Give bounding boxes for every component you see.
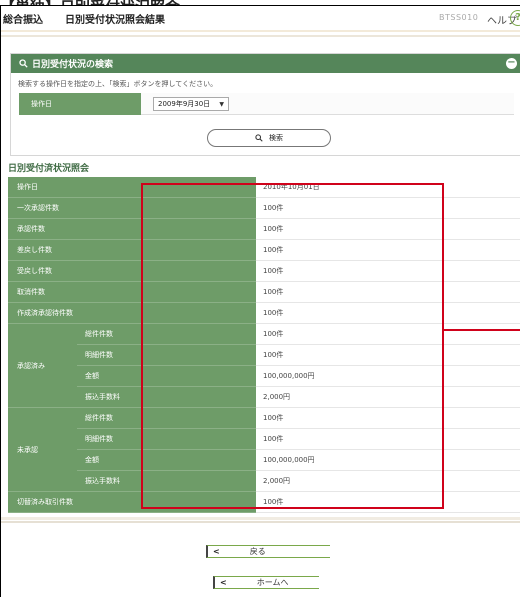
row-value: 100件	[256, 323, 520, 345]
row-sublabel: 明細件数	[77, 428, 257, 450]
table-row: 未承認 総件件数 100件	[8, 407, 520, 492]
row-label: 差戻し件数	[8, 239, 257, 261]
screen-id: BTSS010	[439, 13, 479, 22]
row-sublabel: 総件件数	[77, 407, 257, 429]
result-table: 操作日 2010年10月01日 一次承認件数 100件 承認件数 100件 差戻…	[8, 177, 520, 513]
row-value: 100件	[256, 260, 520, 282]
date-select-value: 2009年9月30日	[158, 99, 211, 108]
table-row: 作成済承認待件数 100件	[8, 302, 520, 324]
table-row: 差戻し件数 100件	[8, 239, 520, 261]
result-section-title: 日別受付済状況照会	[8, 164, 90, 174]
table-row: 取消件数 100件	[8, 281, 520, 303]
row-value: 100件	[256, 239, 520, 261]
row-value: 2,000円	[256, 470, 520, 492]
table-row: 金額 100,000,000円	[8, 449, 520, 471]
table-row: 振込手数料 2,000円	[8, 470, 520, 492]
row-label: 受戻し件数	[8, 260, 257, 282]
group-label-approved: 承認済み	[8, 323, 77, 408]
row-label: 承認件数	[8, 218, 257, 240]
table-row: 明細件数 100件	[8, 428, 520, 450]
row-label: 操作日	[8, 177, 257, 198]
row-sublabel: 振込手数料	[77, 470, 257, 492]
row-value: 2,000円	[256, 386, 520, 408]
table-row: 承認件数 100件	[8, 218, 520, 240]
row-label: 切替済み取引件数	[8, 491, 257, 513]
row-value: 2010年10月01日	[256, 177, 520, 198]
header-divider-2	[1, 35, 520, 37]
row-value: 100件	[256, 407, 520, 429]
header-divider	[1, 30, 520, 32]
table-row: 一次承認件数 100件	[8, 197, 520, 219]
page-title: 日別受付状況照会結果	[65, 14, 165, 26]
row-label: 取消件数	[8, 281, 257, 303]
magnifier-icon	[19, 59, 28, 68]
search-button-label: 検索	[269, 134, 283, 142]
search-instruction: 検索する操作日を指定の上、「検索」ボタンを押してください。	[18, 80, 218, 88]
row-value: 100件	[256, 491, 520, 513]
table-row: 操作日 2010年10月01日	[8, 177, 520, 198]
row-sublabel: 振込手数料	[77, 386, 257, 408]
row-label: 一次承認件数	[8, 197, 257, 219]
page-header: 総合振込 日別受付状況照会結果 BTSS010 ヘルプ ?	[1, 6, 520, 30]
row-value: 100件	[256, 344, 520, 366]
search-icon	[255, 134, 263, 142]
search-button[interactable]: 検索	[207, 129, 331, 147]
search-panel-header[interactable]: 日別受付状況の検索 −	[11, 54, 520, 73]
footer-divider-2	[1, 521, 520, 523]
browser-frame: 総合振込 日別受付状況照会結果 BTSS010 ヘルプ ? 日別受付状況の検索 …	[0, 5, 520, 597]
row-sublabel: 金額	[77, 365, 257, 387]
row-sublabel: 明細件数	[77, 344, 257, 366]
row-value: 100件	[256, 428, 520, 450]
date-row: 操作日 2009年9月30日 ▼	[19, 93, 514, 115]
header-category: 総合振込	[3, 14, 43, 26]
group-label-unapproved: 未承認	[8, 407, 77, 492]
home-button-label: ホームへ	[256, 578, 289, 587]
row-label: 作成済承認待件数	[8, 302, 257, 324]
date-select[interactable]: 2009年9月30日 ▼	[153, 96, 229, 111]
back-button-label: 戻る	[249, 547, 266, 556]
row-value: 100,000,000円	[256, 365, 520, 387]
chevron-left-icon: <	[213, 547, 220, 556]
row-value: 100件	[256, 281, 520, 303]
table-row: 振込手数料 2,000円	[8, 386, 520, 408]
footer-divider	[1, 517, 520, 520]
row-value: 100件	[256, 218, 520, 240]
search-panel-title: 日別受付状況の検索	[32, 60, 114, 70]
row-value: 100,000,000円	[256, 449, 520, 471]
table-row: 明細件数 100件	[8, 344, 520, 366]
date-value-cell: 2009年9月30日 ▼	[141, 93, 514, 115]
table-row: 受戻し件数 100件	[8, 260, 520, 282]
collapse-icon[interactable]: −	[506, 58, 517, 69]
chevron-left-icon: <	[220, 578, 227, 587]
home-button[interactable]: < ホームへ	[213, 576, 319, 589]
table-row: 承認済み 総件件数 100件	[8, 323, 520, 408]
row-value: 100件	[256, 197, 520, 219]
chevron-down-icon: ▼	[219, 100, 224, 108]
date-label: 操作日	[19, 93, 141, 115]
row-sublabel: 金額	[77, 449, 257, 471]
help-icon[interactable]: ?	[510, 10, 520, 26]
table-row: 金額 100,000,000円	[8, 365, 520, 387]
back-button[interactable]: < 戻る	[206, 545, 330, 558]
search-panel: 日別受付状況の検索 − 検索する操作日を指定の上、「検索」ボタンを押してください…	[10, 53, 520, 156]
row-value: 100件	[256, 302, 520, 324]
table-row: 切替済み取引件数 100件	[8, 491, 520, 513]
row-sublabel: 総件件数	[77, 323, 257, 345]
highlight-callout-line	[444, 329, 520, 331]
